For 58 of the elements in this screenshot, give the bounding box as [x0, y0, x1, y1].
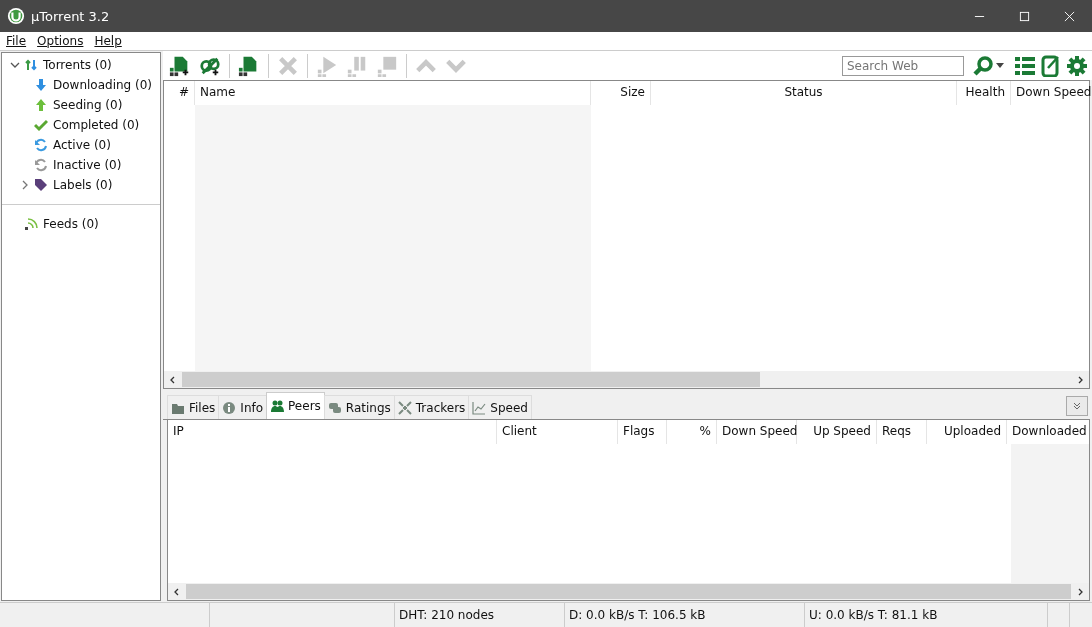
list-view-icon[interactable]: [1014, 54, 1036, 77]
sidebar-item[interactable]: Seeding (0): [53, 98, 123, 112]
collapse-panel-button[interactable]: [1066, 396, 1088, 416]
menu-item[interactable]: File: [6, 34, 27, 48]
refresh-arrows-icon: [34, 158, 48, 172]
app-logo-icon: [7, 7, 25, 25]
column-header[interactable]: Size: [591, 81, 651, 105]
column-header[interactable]: Flags: [618, 420, 667, 444]
detail-tab[interactable]: Speed: [468, 395, 532, 419]
detail-tab[interactable]: Ratings: [323, 395, 395, 419]
double-chevron-icon: [1072, 401, 1082, 411]
column-header[interactable]: Health: [957, 81, 1011, 105]
line-graph-icon: [472, 400, 487, 415]
search-icon[interactable]: [972, 54, 994, 77]
column-header[interactable]: Reqs: [877, 420, 927, 444]
menu-item[interactable]: Help: [94, 34, 122, 48]
people-icon: [270, 399, 285, 413]
detail-tab[interactable]: Peers: [266, 392, 325, 419]
column-header[interactable]: #: [164, 81, 195, 105]
status-text: D: 0.0 kB/s T: 106.5 kB: [565, 603, 805, 627]
sidebar-item[interactable]: Feeds (0): [43, 217, 99, 231]
sidebar-item[interactable]: Completed (0): [53, 118, 140, 132]
refresh-arrows-icon: [34, 138, 48, 152]
column-header[interactable]: IP: [168, 420, 497, 444]
scrollbar-thumb[interactable]: [186, 584, 1071, 599]
column-header[interactable]: Uploaded: [927, 420, 1007, 444]
scrollbar-thumb[interactable]: [182, 372, 760, 387]
column-header[interactable]: Up Speed: [797, 420, 877, 444]
column-header[interactable]: Client: [497, 420, 618, 444]
check-icon: [34, 118, 48, 132]
column-header[interactable]: Downloaded: [1007, 420, 1085, 444]
remote-device-icon[interactable]: [1040, 54, 1062, 77]
chevron-icon[interactable]: [10, 60, 20, 70]
tag-icon: [34, 178, 48, 192]
status-text: U: 0.0 kB/s T: 81.1 kB: [805, 603, 1048, 627]
sidebar-item[interactable]: Inactive (0): [53, 158, 122, 172]
sidebar-item[interactable]: Torrents (0): [43, 58, 112, 72]
column-header[interactable]: Down Speed: [717, 420, 797, 444]
down-arrow-icon: [34, 78, 48, 92]
chevron-icon[interactable]: [20, 180, 30, 190]
search-field[interactable]: Search Web: [842, 55, 964, 76]
dropdown-caret-icon[interactable]: [996, 63, 1004, 68]
column-header[interactable]: %: [667, 420, 717, 444]
detail-tab[interactable]: Files: [167, 395, 220, 419]
settings-icon[interactable]: [1066, 54, 1088, 77]
info-icon: [222, 400, 237, 415]
arrows-cross-icon: [397, 400, 412, 415]
up-arrow-icon: [34, 98, 48, 112]
sidebar-item[interactable]: Active (0): [53, 138, 111, 152]
chat-bubbles-icon: [327, 400, 342, 415]
menu-item[interactable]: Options: [37, 34, 84, 48]
column-header[interactable]: Status: [651, 81, 957, 105]
up-down-arrows-icon: [24, 58, 38, 72]
sidebar-item[interactable]: Labels (0): [53, 178, 113, 192]
status-text: DHT: 210 nodes: [395, 603, 565, 627]
window-title: µTorrent 3.2: [31, 8, 111, 24]
sidebar-item[interactable]: Downloading (0): [53, 78, 153, 92]
rss-feed-icon: [24, 217, 38, 231]
